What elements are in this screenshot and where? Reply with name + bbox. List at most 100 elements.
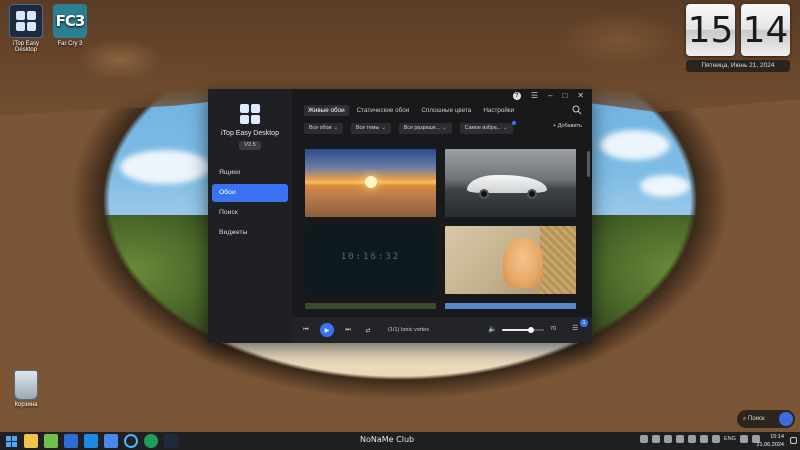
chevron-down-icon: ⌄	[333, 124, 338, 131]
add-wallpaper-button[interactable]: + Добавить	[553, 123, 582, 129]
taskbar: NoNaMe Club ENG 15:14 21.06.2024	[0, 432, 800, 450]
filter-label: Все темы	[355, 124, 380, 131]
language-indicator[interactable]: ENG	[724, 436, 736, 442]
app-version-badge: V2.5	[239, 141, 261, 150]
desktop-icon-recycle-bin[interactable]: Корзина	[6, 370, 46, 408]
taskbar-clock[interactable]: 15:14 21.06.2024	[752, 433, 784, 449]
flip-clock-widget: 15 14 Пятница, Июнь 21, 2024	[686, 4, 790, 72]
volume-slider-fill	[502, 329, 532, 331]
search-placeholder: Поиск	[748, 416, 765, 422]
itop-app-icon	[9, 4, 43, 38]
help-icon[interactable]: ?	[512, 92, 521, 100]
volume-slider-knob[interactable]	[528, 327, 535, 333]
tab-settings[interactable]: Настройки	[479, 105, 518, 116]
kitten-graphic	[503, 238, 543, 288]
wheel-graphic	[479, 189, 489, 199]
wallpaper-player-bar: ⏮ ▶ ⏭ ⇄ (1/1) Ionic vortex 🔈 70 ☰ 1	[292, 317, 592, 343]
menu-icon[interactable]: ☰	[531, 89, 538, 103]
gallery-scrollbar[interactable]	[587, 151, 590, 177]
sidebar-item-wallpapers[interactable]: Обои	[212, 184, 288, 202]
system-tray: ENG	[640, 435, 760, 443]
tray-icon[interactable]	[652, 435, 660, 443]
app-title: iTop Easy Desktop	[221, 130, 279, 137]
app-icon[interactable]	[104, 434, 118, 448]
sidebar-nav: Ящики Обои Поиск Виджеты	[208, 164, 292, 242]
browser-icon[interactable]	[124, 434, 138, 448]
filter-bar: Все обои ⌄ Все темы ⌄ Все разреше... ⌄ Само…	[292, 120, 592, 135]
itop-easy-desktop-window: iTop Easy Desktop V2.5 Ящики Обои Поиск …	[208, 89, 592, 343]
desktop-search-widget[interactable]: ⌕ Поиск	[737, 410, 795, 428]
tab-live-wallpapers[interactable]: Живые обои	[304, 104, 349, 116]
app-sidebar: iTop Easy Desktop V2.5 Ящики Обои Поиск …	[208, 89, 292, 343]
wallpaper-thumb-partial[interactable]	[445, 303, 576, 309]
filter-all-themes[interactable]: Все темы ⌄	[350, 122, 391, 134]
sidebar-item-widgets[interactable]: Виджеты	[212, 224, 288, 242]
app-icon[interactable]	[44, 434, 58, 448]
queue-count-badge: 1	[580, 319, 588, 327]
chevron-down-icon: ⌄	[381, 124, 386, 131]
tray-icon[interactable]	[640, 435, 648, 443]
chevron-down-icon: ⌄	[503, 124, 508, 131]
sidebar-item-boxes[interactable]: Ящики	[212, 164, 288, 182]
chevron-down-icon: ⌄	[442, 124, 447, 131]
previous-icon[interactable]: ⏮	[300, 324, 312, 336]
tab-static-wallpapers[interactable]: Статические обои	[353, 105, 414, 116]
tray-icon[interactable]	[700, 435, 708, 443]
taskbar-pinned-apps	[4, 434, 178, 448]
taskbar-center-text: NoNaMe Club	[360, 435, 415, 444]
clock-hours: 15	[686, 4, 735, 56]
taskbar-date: 21.06.2024	[756, 442, 784, 448]
wheel-graphic	[527, 189, 537, 199]
wallpaper-gallery: 10:16:32	[305, 149, 585, 309]
sidebar-item-search[interactable]: Поиск	[212, 204, 288, 222]
app-icon[interactable]	[144, 434, 158, 448]
filter-label: Все разреше...	[403, 124, 441, 131]
filter-label: Все обои	[309, 124, 332, 131]
tray-icon[interactable]	[712, 435, 720, 443]
filter-all-resolutions[interactable]: Все разреше... ⌄	[398, 122, 452, 134]
tray-icon[interactable]	[676, 435, 684, 443]
wallpaper-thumb-partial[interactable]	[305, 303, 436, 309]
maximize-icon[interactable]: □	[562, 89, 567, 103]
playlist-mode-icon[interactable]: ⇄	[362, 324, 374, 336]
wallpaper-tabs: Живые обои Статические обои Сплошные цве…	[292, 103, 592, 117]
add-wallpaper-label: Добавить	[557, 123, 582, 129]
wallpaper-thumb-sports-car[interactable]	[445, 149, 576, 217]
filter-sort[interactable]: Самое избра... ⌄	[459, 120, 516, 134]
start-button-icon[interactable]	[4, 434, 18, 448]
itop-taskbar-icon[interactable]	[164, 434, 178, 448]
network-icon[interactable]	[739, 435, 748, 443]
recycle-bin-icon	[14, 370, 38, 400]
desktop-icon-label: Far Cry 3	[57, 41, 83, 47]
now-playing-track: (1/1) Ionic vortex	[388, 327, 429, 333]
tray-icon[interactable]	[688, 435, 696, 443]
close-icon[interactable]: ✕	[577, 89, 584, 103]
volume-icon[interactable]: 🔈	[488, 325, 497, 333]
minimize-icon[interactable]: –	[548, 89, 552, 103]
queue-icon[interactable]: ☰ 1	[572, 319, 588, 336]
wallpaper-thumb-digital-clock[interactable]: 10:16:32	[305, 226, 436, 294]
copilot-icon[interactable]	[779, 412, 793, 426]
volume-value: 70	[550, 326, 557, 332]
app-icon[interactable]	[84, 434, 98, 448]
desktop-icon-label: Корзина	[14, 402, 38, 408]
play-button[interactable]: ▶	[320, 323, 334, 337]
wallpaper-thumb-kitten[interactable]	[445, 226, 576, 294]
tab-solid-colors[interactable]: Сплошные цвета	[417, 105, 475, 116]
sun-graphic	[365, 176, 377, 188]
search-icon[interactable]	[572, 105, 582, 115]
desktop-icon-itop[interactable]: iTop Easy Desktop	[2, 4, 50, 53]
desktop-icon-far-cry[interactable]: FC3 Far Cry 3	[46, 4, 94, 47]
word-icon[interactable]	[64, 434, 78, 448]
window-titlebar: ? ☰ – □ ✕	[292, 89, 592, 103]
thumb-clock-digits: 10:16:32	[340, 252, 401, 262]
filter-all-wallpapers[interactable]: Все обои ⌄	[304, 122, 343, 134]
tray-icon[interactable]	[664, 435, 672, 443]
next-icon[interactable]: ⏭	[342, 324, 354, 336]
file-explorer-icon[interactable]	[24, 434, 38, 448]
volume-slider[interactable]	[502, 327, 544, 333]
notification-icon[interactable]	[790, 437, 797, 444]
wallpaper-thumb-desert-sunset[interactable]	[305, 149, 436, 217]
filter-label: Самое избра...	[464, 124, 502, 131]
far-cry-app-icon: FC3	[53, 4, 87, 38]
